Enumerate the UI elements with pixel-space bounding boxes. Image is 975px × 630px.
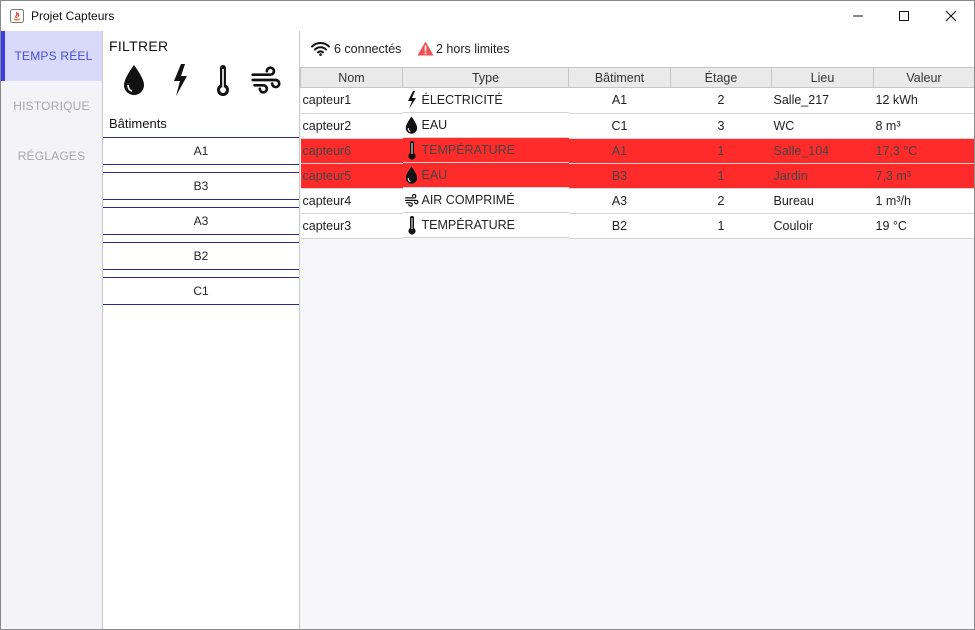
cell-type: EAU bbox=[402, 163, 569, 188]
cell-batiment: B3 bbox=[568, 163, 671, 189]
cell-lieu: Bureau bbox=[771, 188, 874, 214]
window-title: Projet Capteurs bbox=[31, 9, 115, 23]
wind-icon bbox=[251, 66, 281, 94]
water-drop-icon bbox=[405, 116, 419, 134]
title-bar: Projet Capteurs bbox=[1, 1, 974, 31]
warning-icon bbox=[417, 41, 434, 56]
column-header-type[interactable]: Type bbox=[402, 67, 569, 88]
cell-lieu: WC bbox=[771, 113, 874, 139]
close-button[interactable] bbox=[928, 1, 974, 31]
cell-type: EAU bbox=[402, 113, 569, 138]
cell-type-label: EAU bbox=[421, 168, 448, 182]
building-button-c1[interactable]: C1 bbox=[103, 277, 299, 305]
cell-etage: 3 bbox=[670, 113, 772, 139]
table-row[interactable]: capteur6 TEMPÉRATURE A1 1 Salle_104 17,3 °C bbox=[300, 138, 974, 164]
filter-temperature-button[interactable] bbox=[208, 63, 238, 97]
nav-item-temps-reel[interactable]: TEMPS RÉEL bbox=[1, 31, 102, 81]
filter-electricity-button[interactable] bbox=[165, 63, 195, 97]
column-header-etage[interactable]: Étage bbox=[670, 67, 772, 88]
lightning-icon bbox=[174, 64, 187, 96]
cell-lieu: Jardin bbox=[771, 163, 874, 189]
filter-title: FILTRER bbox=[109, 38, 169, 54]
thermometer-icon bbox=[217, 65, 229, 96]
cell-type: TEMPÉRATURE bbox=[402, 138, 569, 163]
filter-panel: FILTRER Bâtiments A1 B3 A3 B2 C1 bbox=[103, 31, 300, 629]
cell-valeur: 1 m³/h bbox=[873, 188, 974, 214]
table-header-row: Nom Type Bâtiment Étage Lieu Valeur bbox=[300, 67, 974, 88]
cell-lieu: Salle_217 bbox=[771, 87, 874, 114]
cell-type-label: AIR COMPRIMÉ bbox=[421, 193, 515, 207]
main-panel: 6 connectés 2 hors limites Nom Type Bâti… bbox=[300, 31, 974, 629]
column-header-nom[interactable]: Nom bbox=[300, 67, 403, 88]
close-icon bbox=[945, 10, 957, 22]
cell-type: AIR COMPRIMÉ bbox=[402, 188, 569, 213]
cell-etage: 1 bbox=[670, 138, 772, 164]
cell-type-label: EAU bbox=[421, 118, 448, 132]
water-drop-icon bbox=[124, 65, 144, 95]
side-nav: TEMPS RÉEL HISTORIQUE RÉGLAGES bbox=[1, 31, 103, 629]
cell-batiment: B2 bbox=[568, 213, 671, 239]
table-row[interactable]: capteur2 EAU C1 3 WC 8 m³ bbox=[300, 113, 974, 139]
cell-batiment: A1 bbox=[568, 138, 671, 164]
cell-valeur: 17,3 °C bbox=[873, 138, 974, 164]
nav-item-historique[interactable]: HISTORIQUE bbox=[1, 81, 102, 131]
cell-batiment: A1 bbox=[568, 87, 671, 114]
cell-nom: capteur4 bbox=[300, 188, 403, 214]
column-header-valeur[interactable]: Valeur bbox=[873, 67, 974, 88]
sensor-table: Nom Type Bâtiment Étage Lieu Valeur capt… bbox=[300, 67, 974, 239]
wifi-icon bbox=[311, 42, 330, 56]
app-window: Projet Capteurs TEMPS RÉEL HISTORIQUE RÉ… bbox=[0, 0, 975, 630]
status-bar: 6 connectés 2 hors limites bbox=[300, 31, 974, 67]
column-header-batiment[interactable]: Bâtiment bbox=[568, 67, 671, 88]
cell-etage: 1 bbox=[670, 213, 772, 239]
cell-valeur: 12 kWh bbox=[873, 87, 974, 114]
cell-type: TEMPÉRATURE bbox=[402, 213, 569, 238]
cell-nom: capteur6 bbox=[300, 138, 403, 164]
maximize-icon bbox=[899, 11, 909, 21]
cell-nom: capteur5 bbox=[300, 163, 403, 189]
thermometer-icon bbox=[405, 141, 419, 160]
filter-water-button[interactable] bbox=[119, 63, 149, 97]
column-header-lieu[interactable]: Lieu bbox=[771, 67, 874, 88]
table-row[interactable]: capteur3 TEMPÉRATURE B2 1 Couloir 19 °C bbox=[300, 213, 974, 239]
java-app-icon bbox=[10, 9, 24, 23]
cell-etage: 2 bbox=[670, 188, 772, 214]
cell-type-label: TEMPÉRATURE bbox=[421, 218, 516, 232]
cell-type-label: TEMPÉRATURE bbox=[421, 143, 516, 157]
minimize-button[interactable] bbox=[835, 1, 881, 31]
cell-nom: capteur1 bbox=[300, 87, 403, 114]
cell-valeur: 7,3 m³ bbox=[873, 163, 974, 189]
building-button-b3[interactable]: B3 bbox=[103, 172, 299, 200]
cell-nom: capteur2 bbox=[300, 113, 403, 139]
building-button-a3[interactable]: A3 bbox=[103, 207, 299, 235]
wind-icon bbox=[404, 191, 419, 209]
cell-batiment: C1 bbox=[568, 113, 671, 139]
cell-batiment: A3 bbox=[568, 188, 671, 214]
table-row[interactable]: capteur1 ÉLECTRICITÉ A1 2 Salle_217 12 kWh bbox=[300, 87, 974, 114]
buildings-title: Bâtiments bbox=[109, 116, 167, 131]
cell-etage: 1 bbox=[670, 163, 772, 189]
minimize-icon bbox=[853, 15, 863, 17]
alerts-count: 2 hors limites bbox=[436, 42, 510, 56]
nav-item-reglages[interactable]: RÉGLAGES bbox=[1, 131, 102, 181]
lightning-icon bbox=[405, 91, 419, 109]
cell-etage: 2 bbox=[670, 87, 772, 114]
cell-valeur: 8 m³ bbox=[873, 113, 974, 139]
filter-air-button[interactable] bbox=[251, 63, 281, 97]
cell-type: ÉLECTRICITÉ bbox=[402, 88, 569, 113]
cell-type-label: ÉLECTRICITÉ bbox=[421, 93, 503, 107]
table-body: capteur1 ÉLECTRICITÉ A1 2 Salle_217 12 kWh cap… bbox=[300, 87, 974, 239]
water-drop-icon bbox=[405, 166, 419, 184]
building-button-b2[interactable]: B2 bbox=[103, 242, 299, 270]
thermometer-icon bbox=[405, 216, 419, 235]
connected-count: 6 connectés bbox=[334, 42, 402, 56]
maximize-button[interactable] bbox=[881, 1, 927, 31]
table-row[interactable]: capteur4 AIR COMPRIMÉ A3 2 Bureau 1 m³/h bbox=[300, 188, 974, 214]
cell-lieu: Salle_104 bbox=[771, 138, 874, 164]
table-row[interactable]: capteur5 EAU B3 1 Jardin 7,3 m³ bbox=[300, 163, 974, 189]
cell-valeur: 19 °C bbox=[873, 213, 974, 239]
cell-lieu: Couloir bbox=[771, 213, 874, 239]
building-button-a1[interactable]: A1 bbox=[103, 137, 299, 165]
cell-nom: capteur3 bbox=[300, 213, 403, 239]
